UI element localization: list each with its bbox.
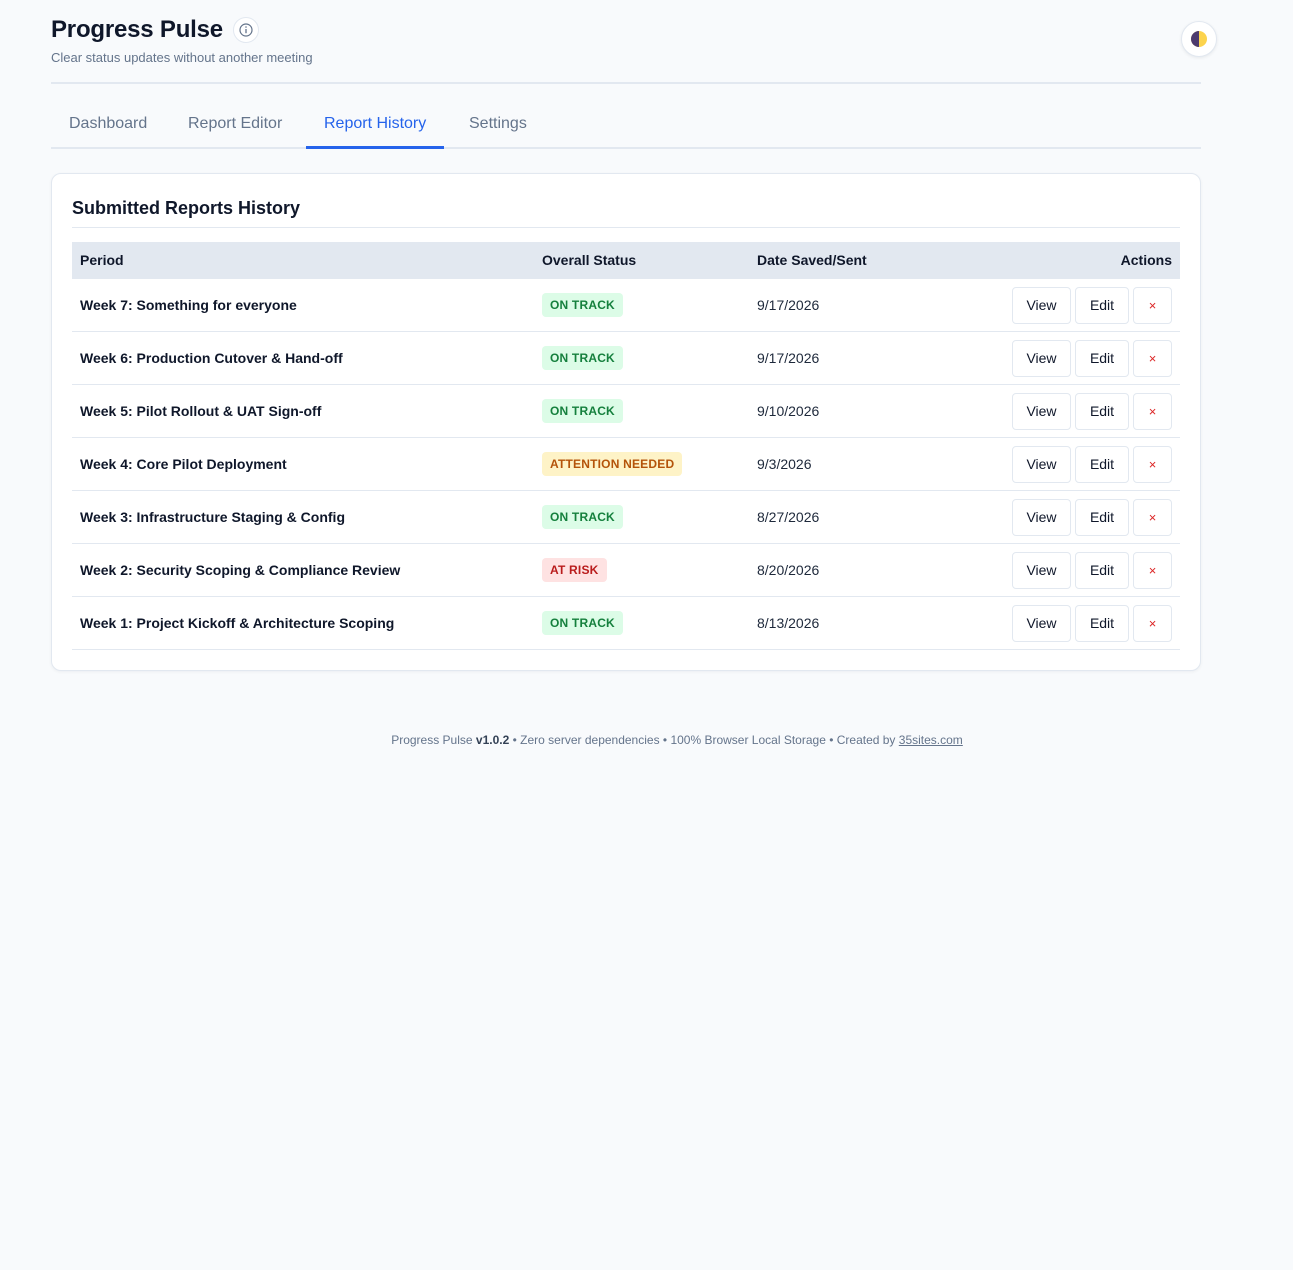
status-badge: ON TRACK — [542, 346, 623, 370]
table-row: Week 3: Infrastructure Staging & Config … — [72, 491, 1180, 544]
footer-link[interactable]: 35sites.com — [899, 733, 963, 747]
view-button[interactable]: View — [1012, 604, 1071, 642]
row-status-cell: ON TRACK — [542, 332, 623, 384]
column-header-actions: Actions — [1120, 252, 1172, 268]
edit-button[interactable]: Edit — [1075, 551, 1129, 589]
footer-app-name: Progress Pulse — [391, 733, 473, 747]
row-period: Week 6: Production Cutover & Hand-off — [80, 350, 343, 366]
edit-button[interactable]: Edit — [1075, 286, 1129, 324]
tab-settings[interactable]: Settings — [451, 104, 545, 149]
divider — [72, 227, 1180, 228]
table-row: Week 6: Production Cutover & Hand-off ON… — [72, 332, 1180, 385]
history-table: Period Overall Status Date Saved/Sent Ac… — [72, 242, 1180, 650]
edit-button[interactable]: Edit — [1075, 445, 1129, 483]
info-button[interactable] — [232, 17, 259, 43]
column-header-period: Period — [80, 252, 124, 268]
main-tabs: Dashboard Report Editor Report History S… — [51, 104, 1201, 149]
half-moon-icon — [1191, 31, 1207, 47]
view-button[interactable]: View — [1012, 445, 1071, 483]
table-header: Period Overall Status Date Saved/Sent Ac… — [72, 242, 1180, 279]
footer: Progress Pulse v1.0.2 • Zero server depe… — [51, 733, 1293, 747]
row-date: 8/13/2026 — [757, 615, 820, 631]
row-date: 9/17/2026 — [757, 297, 820, 313]
status-badge: ON TRACK — [542, 505, 623, 529]
card-title: Submitted Reports History — [72, 198, 301, 218]
delete-button[interactable]: × — [1133, 286, 1172, 324]
row-period: Week 3: Infrastructure Staging & Config — [80, 509, 345, 525]
row-actions: View Edit × — [1012, 597, 1172, 649]
status-badge: ON TRACK — [542, 293, 623, 317]
footer-version: v1.0.2 — [475, 733, 510, 747]
row-date: 8/27/2026 — [757, 509, 820, 525]
row-status-cell: ON TRACK — [542, 279, 623, 331]
view-button[interactable]: View — [1012, 498, 1071, 536]
row-period: Week 1: Project Kickoff & Architecture S… — [80, 615, 395, 631]
history-card: Submitted Reports History Period Overall… — [51, 173, 1201, 671]
delete-button[interactable]: × — [1133, 392, 1172, 430]
tab-dashboard[interactable]: Dashboard — [51, 104, 165, 149]
app-header: Progress Pulse Clear status updates with… — [51, 0, 1217, 84]
app-root: Progress Pulse Clear status updates with… — [51, 0, 1217, 747]
row-period: Week 7: Something for everyone — [80, 297, 297, 313]
row-actions: View Edit × — [1012, 332, 1172, 384]
row-date: 9/17/2026 — [757, 350, 820, 366]
edit-button[interactable]: Edit — [1075, 392, 1129, 430]
app-title: Progress Pulse — [51, 16, 223, 43]
tab-report-editor[interactable]: Report Editor — [170, 104, 300, 149]
delete-button[interactable]: × — [1133, 498, 1172, 536]
view-button[interactable]: View — [1012, 339, 1071, 377]
table-row: Week 2: Security Scoping & Compliance Re… — [72, 544, 1180, 597]
row-actions: View Edit × — [1012, 491, 1172, 543]
delete-button[interactable]: × — [1133, 551, 1172, 589]
view-button[interactable]: View — [1012, 392, 1071, 430]
column-header-status: Overall Status — [542, 252, 637, 268]
delete-button[interactable]: × — [1133, 339, 1172, 377]
table-row: Week 5: Pilot Rollout & UAT Sign-off ON … — [72, 385, 1180, 438]
table-row: Week 7: Something for everyone ON TRACK … — [72, 279, 1180, 332]
edit-button[interactable]: Edit — [1075, 339, 1129, 377]
delete-button[interactable]: × — [1133, 445, 1172, 483]
status-badge: AT RISK — [542, 558, 607, 582]
info-icon — [239, 23, 253, 37]
column-header-date: Date Saved/Sent — [757, 252, 867, 268]
tab-report-history[interactable]: Report History — [306, 104, 445, 149]
status-badge: ATTENTION NEEDED — [542, 452, 683, 476]
title-row: Progress Pulse — [51, 16, 259, 44]
view-button[interactable]: View — [1012, 551, 1071, 589]
row-actions: View Edit × — [1012, 279, 1172, 331]
row-status-cell: ON TRACK — [542, 385, 623, 437]
row-period: Week 5: Pilot Rollout & UAT Sign-off — [80, 403, 322, 419]
row-period: Week 4: Core Pilot Deployment — [80, 456, 287, 472]
app-subtitle: Clear status updates without another mee… — [51, 50, 313, 65]
footer-text: • Zero server dependencies • 100% Browse… — [512, 733, 896, 747]
table-row: Week 1: Project Kickoff & Architecture S… — [72, 597, 1180, 650]
row-status-cell: ON TRACK — [542, 491, 623, 543]
table-row: Week 4: Core Pilot Deployment ATTENTION … — [72, 438, 1180, 491]
status-badge: ON TRACK — [542, 611, 623, 635]
row-date: 8/20/2026 — [757, 562, 820, 578]
delete-button[interactable]: × — [1133, 604, 1172, 642]
row-status-cell: ATTENTION NEEDED — [542, 438, 683, 490]
row-status-cell: AT RISK — [542, 544, 607, 596]
edit-button[interactable]: Edit — [1075, 498, 1129, 536]
status-badge: ON TRACK — [542, 399, 623, 423]
row-date: 9/10/2026 — [757, 403, 820, 419]
view-button[interactable]: View — [1012, 286, 1071, 324]
row-actions: View Edit × — [1012, 544, 1172, 596]
row-status-cell: ON TRACK — [542, 597, 623, 649]
row-actions: View Edit × — [1012, 385, 1172, 437]
edit-button[interactable]: Edit — [1075, 604, 1129, 642]
row-period: Week 2: Security Scoping & Compliance Re… — [80, 562, 401, 578]
table-body: Week 7: Something for everyone ON TRACK … — [72, 279, 1180, 650]
theme-toggle-button[interactable] — [1181, 21, 1217, 57]
row-date: 9/3/2026 — [757, 456, 812, 472]
row-actions: View Edit × — [1012, 438, 1172, 490]
